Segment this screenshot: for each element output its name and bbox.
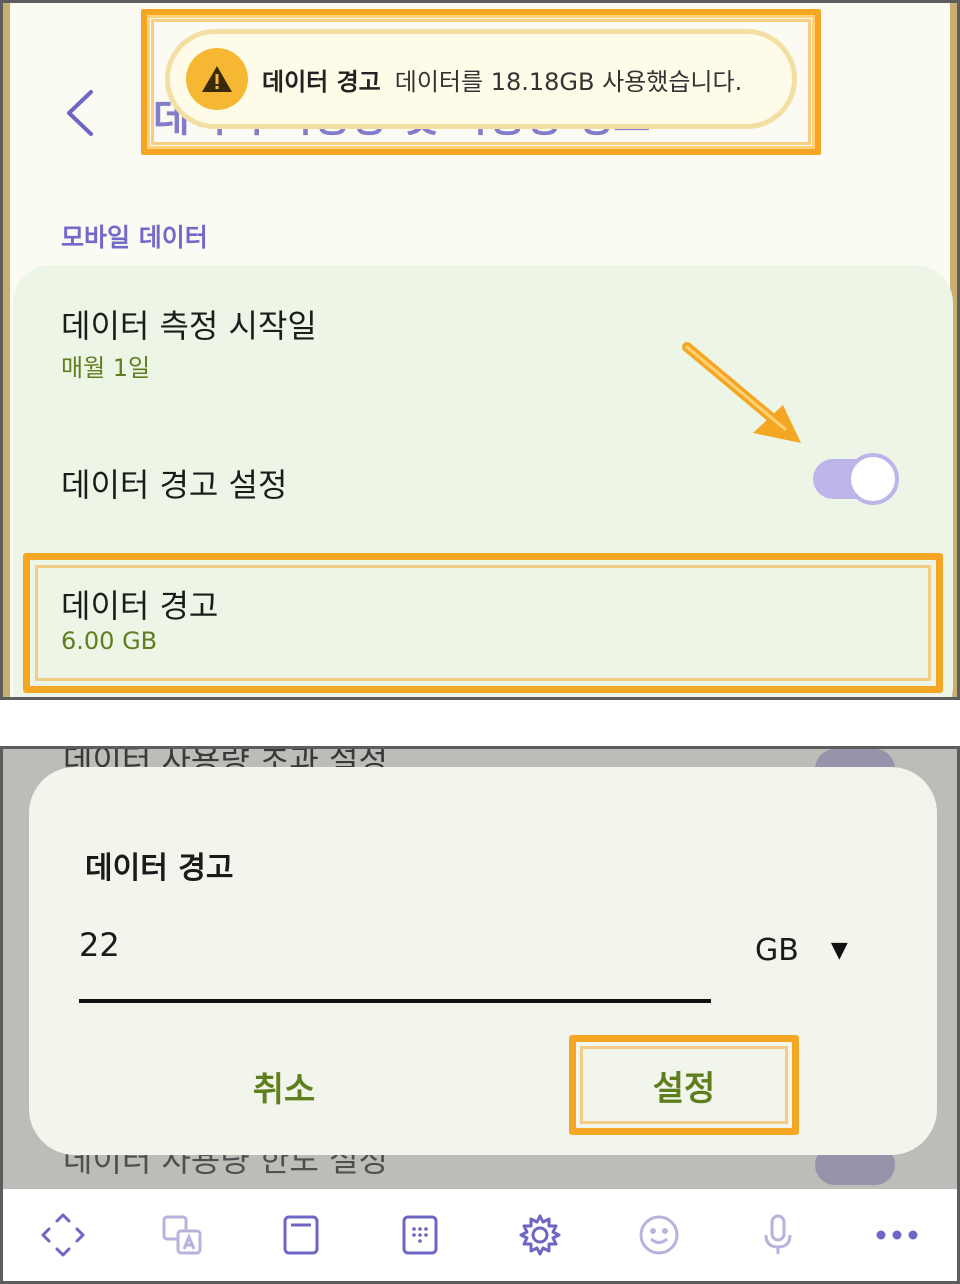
translate-icon[interactable] [152, 1205, 212, 1265]
confirm-button[interactable]: 설정 [569, 1035, 799, 1135]
warning-amount-input[interactable] [79, 919, 711, 971]
microphone-icon[interactable] [748, 1205, 808, 1265]
unit-label: GB [755, 933, 799, 968]
settings-screen-top: 데이터 사용량 및 사용량 경고 데이터 경고 데이터를 18.18GB 사용했… [0, 0, 960, 700]
more-icon[interactable] [867, 1205, 927, 1265]
dialog-title: 데이터 경고 [85, 851, 234, 886]
back-icon[interactable] [63, 88, 99, 142]
billing-cycle-title[interactable]: 데이터 측정 시작일 [61, 301, 317, 347]
arrow-annotation-icon [673, 333, 813, 457]
cancel-button[interactable]: 취소 [199, 1051, 369, 1121]
data-warning-dialog: 데이터 경고 GB ▼ 취소 설정 [29, 767, 937, 1155]
keypad-icon[interactable] [390, 1205, 450, 1265]
move-cursor-icon[interactable] [33, 1205, 93, 1265]
warning-setting-title: 데이터 경고 설정 [61, 466, 288, 504]
toast-title: 데이터 경고 [262, 67, 381, 96]
section-title: 모바일 데이터 [61, 223, 208, 252]
clipboard-icon[interactable] [271, 1205, 331, 1265]
dropdown-caret-icon: ▼ [830, 938, 848, 963]
data-warning-toast: 데이터 경고 데이터를 18.18GB 사용했습니다. [165, 29, 797, 129]
unit-dropdown[interactable]: GB ▼ [755, 933, 848, 968]
keyboard-toolbar [3, 1189, 957, 1281]
billing-cycle-value: 매월 1일 [61, 354, 151, 382]
frame-edge [3, 3, 10, 697]
input-underline [79, 999, 711, 1003]
toast-message: 데이터를 18.18GB 사용했습니다. [394, 67, 743, 96]
warning-dialog-screen: 데이터 사용량 초과 설정 데이터 사용량 한도 설정 데이터 경고 GB ▼ … [0, 746, 960, 1284]
emoji-icon[interactable] [629, 1205, 689, 1265]
settings-icon[interactable] [510, 1205, 570, 1265]
toggle-knob [847, 453, 899, 505]
data-warning-title[interactable]: 데이터 경고 [61, 581, 218, 627]
data-warning-value: 6.00 GB [61, 627, 158, 655]
warning-setting-toggle[interactable] [813, 453, 899, 505]
warning-icon [186, 48, 248, 110]
